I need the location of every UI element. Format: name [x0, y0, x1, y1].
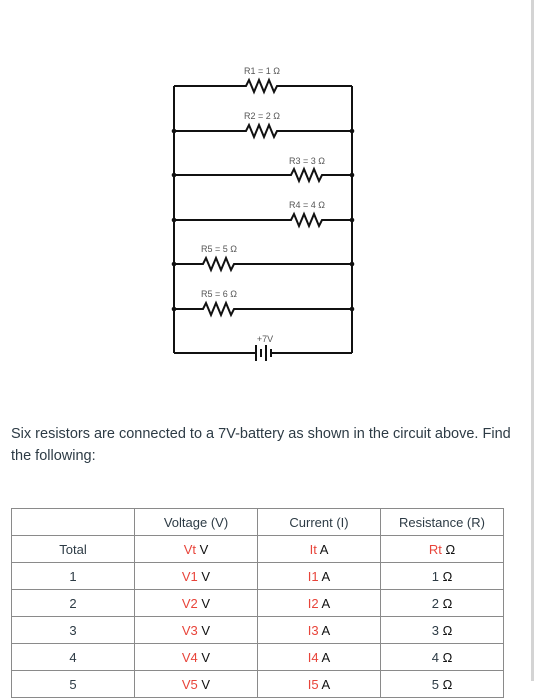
row-label: 1 — [69, 568, 77, 584]
resistance-value: 4 — [431, 649, 439, 665]
voltage-unit: V — [201, 649, 211, 665]
table-row: 4 V4 V I4 A4 Ω — [11, 643, 504, 671]
current-unit: A — [321, 595, 331, 611]
current-variable: I3 — [307, 622, 319, 638]
table-row: 5 V5 V I5 A5 Ω — [11, 670, 504, 698]
table-row: 2 V2 V I2 A2 Ω — [11, 589, 504, 617]
answer-table: Voltage (V) Current (I) Resistance (R) T… — [11, 508, 504, 698]
resistance-unit: Ω — [442, 568, 453, 584]
header-cell — [11, 508, 135, 536]
resistor-r5-label: R5 = 5 Ω — [201, 244, 237, 254]
resistance-value: 3 — [431, 622, 439, 638]
current-variable: I5 — [307, 676, 319, 692]
current-unit: A — [321, 568, 331, 584]
current-cell: I1 A — [257, 562, 381, 590]
table-row: 3 V3 V I3 A3 Ω — [11, 616, 504, 644]
voltage-cell: Vt V — [134, 535, 258, 563]
question-text: Six resistors are connected to a 7V-batt… — [11, 426, 511, 464]
resistance-cell: 1 Ω — [380, 562, 504, 590]
voltage-cell: V2 V — [134, 589, 258, 617]
voltage-unit: V — [201, 622, 211, 638]
voltage-variable: V5 — [181, 676, 198, 692]
resistor-r4-label: R4 = 4 Ω — [289, 200, 325, 210]
resistance-value: 5 — [431, 676, 439, 692]
voltage-unit: V — [199, 541, 209, 557]
resistance-unit: Ω — [442, 676, 453, 692]
current-variable: I2 — [307, 595, 319, 611]
row-label: 3 — [69, 622, 77, 638]
current-cell: I5 A — [257, 670, 381, 698]
resistor-r4-wire — [174, 211, 352, 229]
battery-label: +7V — [257, 334, 273, 344]
current-unit: A — [321, 622, 331, 638]
resistance-cell: 5 Ω — [380, 670, 504, 698]
resistance-unit: Ω — [442, 595, 453, 611]
resistance-unit: Ω — [445, 541, 456, 557]
voltage-unit: V — [201, 568, 211, 584]
row-label: 2 — [69, 595, 77, 611]
resistor-r2-wire — [174, 122, 352, 140]
voltage-cell: V5 V — [134, 670, 258, 698]
circuit-diagram: R1 = 1 Ω R2 = 2 Ω R3 = 3 Ω R4 = 4 Ω R5 =… — [171, 66, 355, 361]
current-cell: It A — [257, 535, 381, 563]
current-cell: I2 A — [257, 589, 381, 617]
voltage-variable: V3 — [181, 622, 198, 638]
row-label: 4 — [69, 649, 77, 665]
row-label-cell: 4 — [11, 643, 135, 671]
resistance-variable: Rt — [428, 541, 442, 557]
resistor-r2-label: R2 = 2 Ω — [244, 111, 280, 121]
voltage-variable: V2 — [181, 595, 198, 611]
battery-icon — [255, 345, 272, 361]
voltage-unit: V — [201, 676, 211, 692]
table-row: 1 V1 V I1 A1 Ω — [11, 562, 504, 590]
voltage-cell: V1 V — [134, 562, 258, 590]
voltage-variable: V1 — [181, 568, 198, 584]
row-label-cell: 3 — [11, 616, 135, 644]
current-cell: I3 A — [257, 616, 381, 644]
row-label-cell: Total — [11, 535, 135, 563]
scrollbar[interactable] — [531, 0, 534, 681]
resistor-r6-label: R5 = 6 Ω — [201, 289, 237, 299]
voltage-cell: V3 V — [134, 616, 258, 644]
current-variable: It — [309, 541, 317, 557]
resistor-r3-wire — [174, 166, 352, 184]
resistance-cell: 3 Ω — [380, 616, 504, 644]
resistor-r6-wire — [174, 300, 352, 318]
current-unit: A — [321, 649, 331, 665]
current-unit: A — [319, 541, 329, 557]
current-cell: I4 A — [257, 643, 381, 671]
resistance-cell: 4 Ω — [380, 643, 504, 671]
resistor-r5-wire — [174, 255, 352, 273]
voltage-variable: Vt — [183, 541, 196, 557]
row-label-cell: 5 — [11, 670, 135, 698]
resistance-cell: Rt Ω — [380, 535, 504, 563]
voltage-cell: V4 V — [134, 643, 258, 671]
voltage-unit: V — [201, 595, 211, 611]
current-variable: I1 — [307, 568, 319, 584]
resistance-unit: Ω — [442, 622, 453, 638]
resistance-unit: Ω — [442, 649, 453, 665]
resistance-value: 1 — [431, 568, 439, 584]
resistance-cell: 2 Ω — [380, 589, 504, 617]
resistor-r3-label: R3 = 3 Ω — [289, 156, 325, 166]
row-label-cell: 2 — [11, 589, 135, 617]
header-cell: Current (I) — [257, 508, 381, 536]
header-cell: Voltage (V) — [134, 508, 258, 536]
current-variable: I4 — [307, 649, 319, 665]
row-label: Total — [59, 541, 87, 557]
current-unit: A — [321, 676, 331, 692]
table-header-row: Voltage (V) Current (I) Resistance (R) — [11, 508, 504, 536]
resistor-r1-wire — [174, 77, 352, 95]
resistor-r1-label: R1 = 1 Ω — [244, 66, 280, 76]
table-row: Total Vt V It A Rt Ω — [11, 535, 504, 563]
row-label-cell: 1 — [11, 562, 135, 590]
voltage-variable: V4 — [181, 649, 198, 665]
row-label: 5 — [69, 676, 77, 692]
header-cell: Resistance (R) — [380, 508, 504, 536]
resistance-value: 2 — [431, 595, 439, 611]
